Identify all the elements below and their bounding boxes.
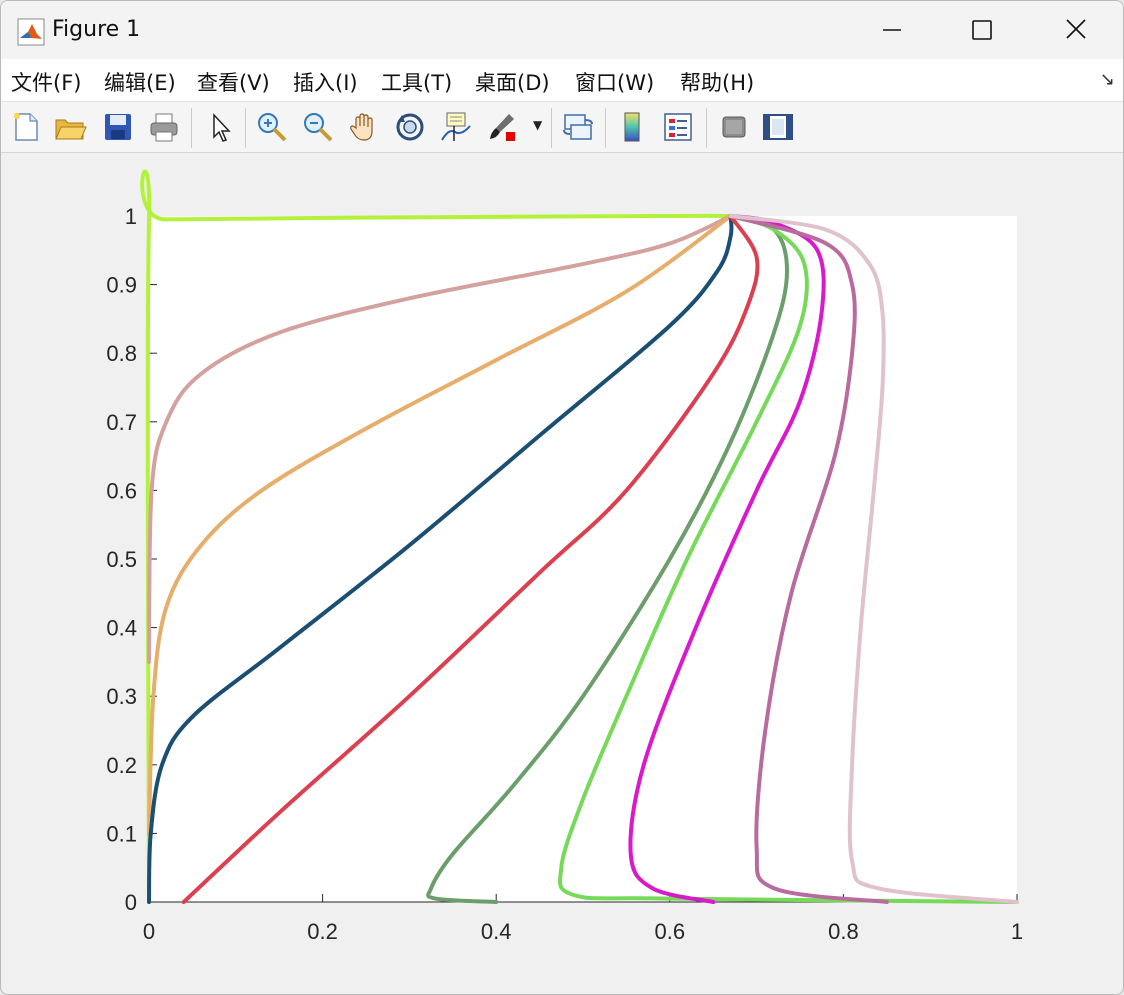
toolbar-separator [191, 108, 192, 148]
title-bar: Figure 1 [1, 1, 1123, 59]
brush-dropdown-icon[interactable]: ▼ [533, 118, 542, 132]
dock-arrow-icon[interactable]: ↘ [1100, 69, 1115, 90]
close-icon[interactable] [1053, 9, 1099, 51]
minimize-icon[interactable] [869, 9, 915, 51]
menu-help[interactable]: 帮助(H) [680, 67, 754, 97]
menu-desktop[interactable]: 桌面(D) [475, 67, 550, 97]
menu-window[interactable]: 窗口(W) [575, 67, 654, 97]
x-tick-label: 0 [143, 919, 155, 944]
toolbar-separator [551, 108, 552, 148]
legend-icon[interactable] [661, 110, 695, 144]
x-tick-label: 1 [1011, 919, 1023, 944]
y-tick-label: 0.5 [106, 547, 137, 572]
menu-bar: 文件(F) 编辑(E) 查看(V) 插入(I) 工具(T) 桌面(D) 窗口(W… [1, 59, 1123, 102]
save-icon[interactable] [101, 110, 135, 144]
show-plot-tools-icon[interactable] [761, 110, 795, 144]
y-tick-label: 0.6 [106, 478, 137, 503]
toolbar-separator [605, 108, 606, 148]
toolbar-separator [245, 108, 246, 148]
y-tick-label: 0.4 [106, 616, 137, 641]
y-tick-label: 0 [125, 890, 137, 915]
rotate-3d-icon[interactable] [393, 110, 427, 144]
menu-file[interactable]: 文件(F) [11, 67, 81, 97]
y-tick-label: 0.9 [106, 273, 137, 298]
data-cursor-icon[interactable] [439, 110, 473, 144]
menu-insert[interactable]: 插入(I) [293, 67, 358, 97]
y-tick-label: 0.2 [106, 753, 137, 778]
y-tick-label: 1 [125, 204, 137, 229]
y-tick-label: 0.8 [106, 341, 137, 366]
x-tick-label: 0.2 [307, 919, 338, 944]
x-tick-label: 0.8 [828, 919, 859, 944]
colorbar-icon[interactable] [615, 110, 649, 144]
toolbar-separator [706, 108, 707, 148]
menu-edit[interactable]: 编辑(E) [104, 67, 176, 97]
matlab-logo-icon [17, 18, 45, 46]
x-tick-label: 0.6 [655, 919, 686, 944]
zoom-out-icon[interactable] [301, 110, 335, 144]
zoom-in-icon[interactable] [255, 110, 289, 144]
print-icon[interactable] [147, 110, 181, 144]
new-figure-icon[interactable] [9, 110, 43, 144]
pointer-icon[interactable] [203, 110, 237, 144]
y-tick-label: 0.1 [106, 821, 137, 846]
y-tick-label: 0.3 [106, 684, 137, 709]
figure-toolbar: ▼ [1, 102, 1123, 153]
figure-window: Figure 1 文件(F) 编辑(E) 查看(V) 插入(I) 工具(T) 桌… [0, 0, 1124, 995]
open-file-icon[interactable] [53, 110, 87, 144]
figure-canvas: 0 0.2 0.4 0.6 0.8 1 0 0.1 0.2 0.3 0.4 0.5 0.6 0.7 0.8 0… [1, 153, 1123, 994]
link-plot-icon[interactable] [561, 110, 595, 144]
brush-icon[interactable] [485, 110, 519, 144]
line-chart[interactable]: 0 0.2 0.4 0.6 0.8 1 0 0.1 0.2 0.3 0.4 0.5 0.6 0.7 0.8 0… [1, 153, 1123, 994]
y-tick-label: 0.7 [106, 410, 137, 435]
maximize-icon[interactable] [959, 9, 1005, 51]
menu-view[interactable]: 查看(V) [197, 67, 270, 97]
menu-tools[interactable]: 工具(T) [381, 67, 452, 97]
pan-hand-icon[interactable] [347, 110, 381, 144]
hide-plot-tools-icon[interactable] [717, 110, 751, 144]
x-tick-label: 0.4 [481, 919, 512, 944]
window-title: Figure 1 [52, 17, 141, 42]
